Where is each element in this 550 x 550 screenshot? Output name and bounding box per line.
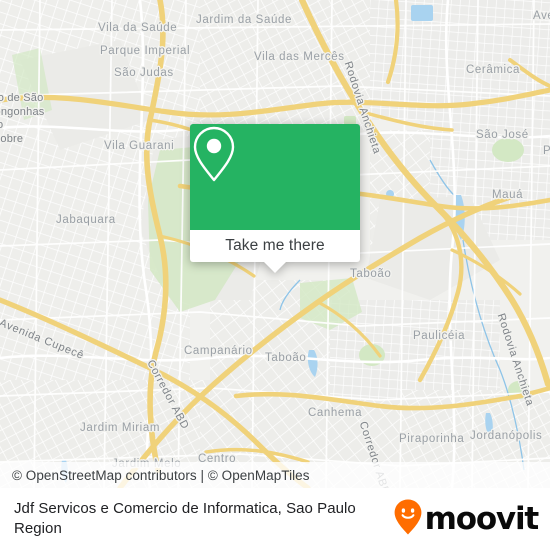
moovit-map-page: Vila da Saúde Jardim da Saúde Parque Imper… [0,0,550,550]
popup-header [190,124,360,230]
moovit-wordmark: moovit [424,500,540,537]
popup-tail-pointer [264,262,286,273]
moovit-logo[interactable]: moovit [393,498,550,541]
location-title: Jdf Servicos e Comercio de Informatica, … [14,500,356,537]
page-footer: Jdf Servicos e Comercio de Informatica, … [0,488,550,550]
take-me-there-label: Take me there [225,237,325,254]
map-canvas[interactable]: Vila da Saúde Jardim da Saúde Parque Imper… [0,0,550,488]
moovit-smiley-pin-icon [393,498,423,541]
location-popup-card[interactable]: Take me there [190,124,360,273]
attribution-text[interactable]: © OpenStreetMap contributors | © OpenMap… [0,468,310,483]
popup-footer[interactable]: Take me there [190,230,360,273]
map-attribution-bar: © OpenStreetMap contributors | © OpenMap… [0,462,550,488]
